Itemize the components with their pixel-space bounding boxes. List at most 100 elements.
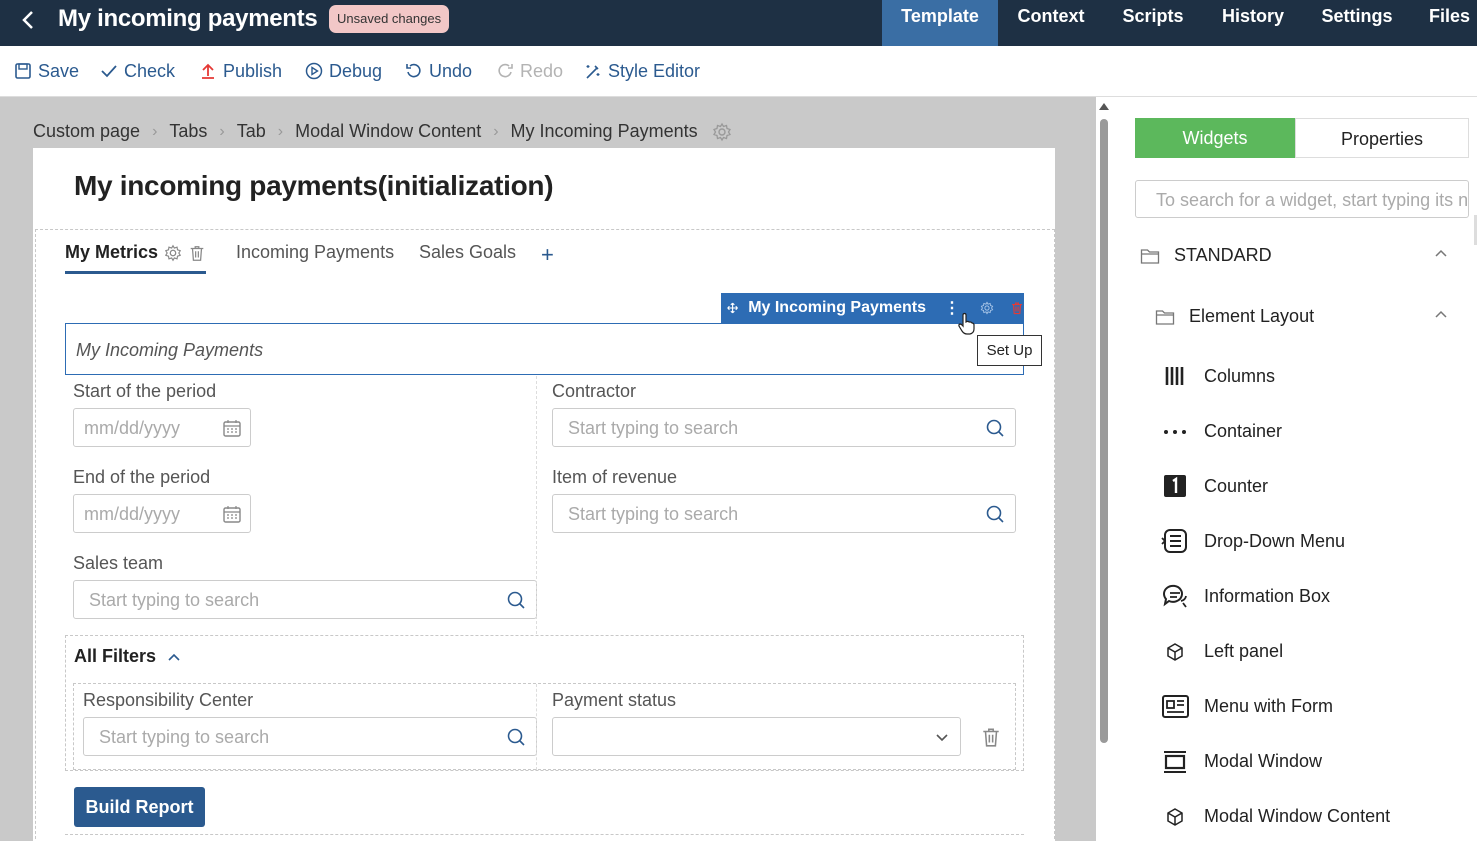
top-bar: My incoming payments Unsaved changes Tem…	[0, 0, 1477, 46]
style-editor-button[interactable]: Style Editor	[584, 59, 700, 83]
sales-team-search-input[interactable]: Start typing to search	[73, 580, 537, 619]
gear-icon[interactable]	[712, 122, 732, 142]
chevron-up-icon[interactable]	[1434, 308, 1448, 322]
folder-icon	[1140, 248, 1160, 264]
responsibility-center-search-input[interactable]: Start typing to search	[83, 717, 537, 756]
end-date-input[interactable]: mm/dd/yyyy	[73, 494, 251, 533]
tab-template[interactable]: Template	[882, 0, 998, 46]
build-report-button[interactable]: Build Report	[74, 787, 205, 827]
search-icon	[507, 591, 525, 609]
tab-context[interactable]: Context	[1006, 0, 1096, 46]
tab-my-metrics-label: My Metrics	[65, 242, 159, 262]
magic-wand-icon	[586, 65, 600, 79]
tab-incoming-payments[interactable]: Incoming Payments	[236, 242, 394, 274]
scroll-up-arrow-icon[interactable]	[1099, 103, 1109, 110]
debug-button[interactable]: Debug	[305, 59, 382, 83]
canvas-scrollbar[interactable]	[1096, 97, 1112, 841]
widget-item-label: Left panel	[1204, 640, 1284, 661]
modal-window-icon	[1164, 751, 1186, 773]
tab-history[interactable]: History	[1212, 0, 1294, 46]
save-button[interactable]: Save	[14, 59, 79, 83]
undo-button[interactable]: Undo	[405, 59, 472, 83]
undo-icon	[406, 63, 421, 78]
start-date-placeholder: mm/dd/yyyy	[84, 418, 181, 438]
group-element-layout[interactable]: Element Layout	[1155, 306, 1314, 327]
breadcrumb-custom-page[interactable]: Custom page	[33, 121, 140, 142]
widget-title: My Incoming Payments	[76, 340, 264, 360]
chevron-up-icon	[168, 653, 180, 661]
contractor-label: Contractor	[552, 381, 637, 401]
widget-item-columns[interactable]: Columns	[1160, 361, 1275, 391]
all-filters-toggle[interactable]: All Filters	[74, 646, 182, 667]
widget-toolbar-name: My Incoming Payments	[748, 299, 927, 316]
widget-item-information-box[interactable]: Information Box	[1160, 581, 1330, 611]
calendar-icon[interactable]	[222, 504, 242, 524]
trash-icon[interactable]	[1010, 298, 1024, 318]
widget-item-label: Menu with Form	[1204, 695, 1334, 716]
counter-icon	[1164, 475, 1186, 497]
gear-icon[interactable]	[164, 244, 182, 262]
page-preview: My incoming payments(initialization) My …	[33, 148, 1055, 841]
app-title: My incoming payments	[58, 5, 318, 32]
chevron-right-icon: ›	[219, 122, 225, 140]
publish-button[interactable]: Publish	[199, 59, 282, 83]
widget-item-label: Information Box	[1204, 585, 1331, 606]
tab-files[interactable]: Files	[1422, 0, 1477, 46]
start-date-input[interactable]: mm/dd/yyyy	[73, 408, 251, 447]
widget-item-modal-window-content[interactable]: Modal Window Content	[1160, 801, 1390, 831]
tab-widgets[interactable]: Widgets	[1135, 118, 1295, 158]
widget-item-drop-down-menu[interactable]: Drop-Down Menu	[1160, 526, 1345, 556]
column-divider	[536, 376, 537, 634]
page-title: My incoming payments(initialization)	[74, 170, 554, 201]
widget-item-counter[interactable]: Counter	[1160, 471, 1268, 501]
start-period-label: Start of the period	[73, 381, 217, 401]
scrollbar-thumb[interactable]	[1100, 119, 1108, 743]
widget-item-container[interactable]: Container	[1160, 416, 1282, 446]
search-icon	[986, 505, 1004, 523]
end-period-label: End of the period	[73, 467, 211, 487]
search-icon	[507, 728, 525, 746]
check-button[interactable]: Check	[100, 59, 175, 83]
folder-icon	[1155, 309, 1175, 325]
contractor-search-input[interactable]: Start typing to search	[552, 408, 1016, 447]
widget-item-label: Modal Window	[1204, 750, 1323, 771]
chevron-up-icon[interactable]	[1434, 247, 1448, 261]
filter-column-divider	[536, 684, 537, 770]
sales-team-label: Sales team	[73, 553, 164, 573]
selected-widget[interactable]: My Incoming Payments	[65, 323, 1024, 375]
breadcrumb-tab[interactable]: Tab	[237, 121, 266, 142]
move-icon[interactable]	[727, 300, 738, 316]
widget-search-input[interactable]: To search for a widget, start typing its…	[1135, 180, 1469, 218]
unsaved-changes-badge: Unsaved changes	[329, 5, 450, 33]
gear-icon[interactable]	[980, 298, 994, 318]
redo-label: Redo	[520, 60, 564, 81]
widget-toolbar: My Incoming Payments ⋮	[721, 293, 1024, 323]
add-tab-plus-icon[interactable]: +	[541, 242, 554, 268]
back-arrow-icon[interactable]	[18, 9, 40, 31]
revenue-search-input[interactable]: Start typing to search	[552, 494, 1016, 533]
columns-icon	[1165, 367, 1184, 385]
calendar-icon[interactable]	[222, 418, 242, 438]
tab-sales-goals[interactable]: Sales Goals	[419, 242, 516, 274]
tab-properties[interactable]: Properties	[1295, 118, 1469, 158]
end-date-placeholder: mm/dd/yyyy	[84, 504, 181, 524]
breadcrumb-tabs[interactable]: Tabs	[169, 121, 207, 142]
group-standard[interactable]: STANDARD	[1140, 245, 1272, 266]
tab-settings[interactable]: Settings	[1312, 0, 1402, 46]
contractor-placeholder: Start typing to search	[568, 418, 739, 438]
tab-scripts[interactable]: Scripts	[1114, 0, 1192, 46]
widget-item-menu-with-form[interactable]: Menu with Form	[1160, 691, 1333, 721]
payment-status-select[interactable]	[552, 717, 961, 756]
design-canvas: Custom page › Tabs › Tab › Modal Window …	[0, 97, 1096, 841]
breadcrumb-current: My Incoming Payments	[510, 121, 698, 141]
group-standard-label: STANDARD	[1174, 245, 1272, 265]
cube-icon	[1167, 643, 1183, 661]
chevron-right-icon: ›	[152, 122, 158, 140]
trash-icon[interactable]	[188, 244, 206, 262]
tab-my-metrics[interactable]: My Metrics	[65, 242, 207, 274]
redo-button[interactable]: Redo	[496, 59, 563, 83]
breadcrumb-modal-window-content[interactable]: Modal Window Content	[295, 121, 481, 142]
widget-item-left-panel[interactable]: Left panel	[1160, 636, 1283, 666]
trash-icon[interactable]	[980, 726, 1002, 748]
widget-item-modal-window[interactable]: Modal Window	[1160, 746, 1322, 776]
